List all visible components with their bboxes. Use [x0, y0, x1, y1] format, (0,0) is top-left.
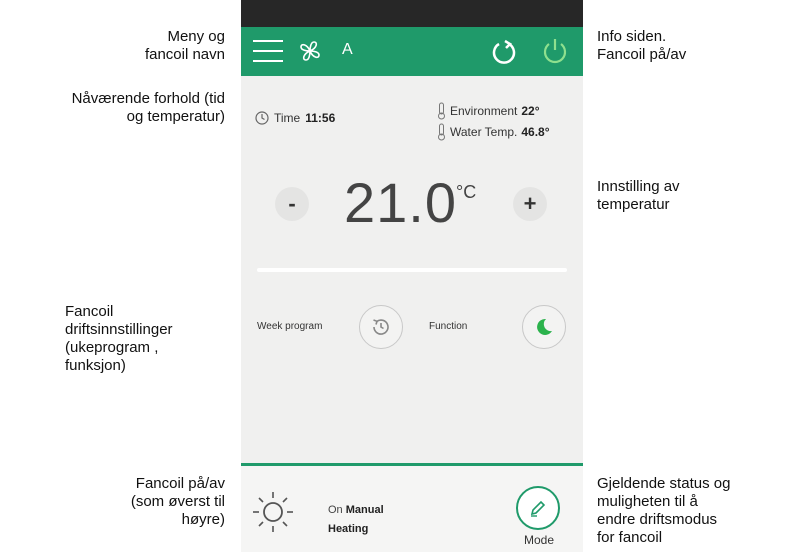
- function-label: Function: [429, 321, 468, 332]
- annotation-status-mode: Gjeldende status og muligheten til å end…: [597, 475, 731, 546]
- menu-icon[interactable]: [253, 40, 283, 62]
- schedule-icon: [373, 319, 389, 335]
- fancoil-app-screen: A Time 11:56 Environment 22° Water Temp.…: [241, 0, 583, 552]
- refresh-icon[interactable]: [489, 37, 519, 67]
- divider: [257, 268, 567, 272]
- function-button[interactable]: [522, 305, 566, 349]
- control-mode: Manual: [345, 504, 384, 516]
- temperature-readings: Environment 22° Water Temp. 46.8°: [437, 100, 550, 142]
- thermometer-icon: [438, 102, 445, 119]
- fancoil-name: A: [342, 41, 353, 58]
- thermometer-icon: [438, 123, 445, 140]
- status-bar: [241, 0, 583, 27]
- mode-button-label: Mode: [524, 533, 555, 547]
- increase-temperature-button[interactable]: +: [513, 187, 547, 221]
- annotation-current-conditions: Nåværende forhold (tid og temperatur): [71, 90, 225, 125]
- week-program-label: Week program: [257, 321, 323, 332]
- decrease-temperature-button[interactable]: -: [275, 187, 309, 221]
- annotation-info-power: Info siden. Fancoil på/av: [597, 28, 687, 63]
- power-icon[interactable]: [540, 36, 570, 66]
- week-program-button[interactable]: [359, 305, 403, 349]
- operation-mode: Heating: [328, 523, 369, 535]
- status-panel: On Manual Heating Mode: [241, 463, 583, 552]
- time-value: 11:56: [305, 111, 336, 125]
- annotation-operating-settings: Fancoil driftsinnstillinger (ukeprogram …: [65, 303, 173, 374]
- environment-value: 22°: [521, 103, 540, 118]
- temperature-unit: °C: [456, 182, 477, 202]
- annotation-power-bottom: Fancoil på/av (som øverst til høyre): [130, 475, 225, 528]
- current-time: Time 11:56: [255, 111, 335, 125]
- fan-icon: [300, 41, 320, 61]
- water-temp-value: 46.8°: [521, 124, 550, 139]
- moon-icon: [537, 318, 552, 335]
- clock-icon: [255, 111, 269, 125]
- setpoint-temperature: 21.0: [344, 171, 457, 234]
- mode-button[interactable]: [516, 486, 560, 530]
- power-state: On: [328, 504, 343, 516]
- sun-icon[interactable]: [251, 490, 295, 534]
- annotation-temp-setting: Innstilling av temperatur: [597, 178, 680, 213]
- time-label: Time: [274, 111, 301, 125]
- environment-label: Environment: [450, 103, 518, 118]
- water-temp-label: Water Temp.: [450, 124, 518, 139]
- annotation-menu-name: Meny og fancoil navn: [144, 28, 225, 63]
- app-bar: A: [241, 27, 583, 76]
- current-status: On Manual: [328, 504, 384, 516]
- pencil-icon: [530, 500, 546, 517]
